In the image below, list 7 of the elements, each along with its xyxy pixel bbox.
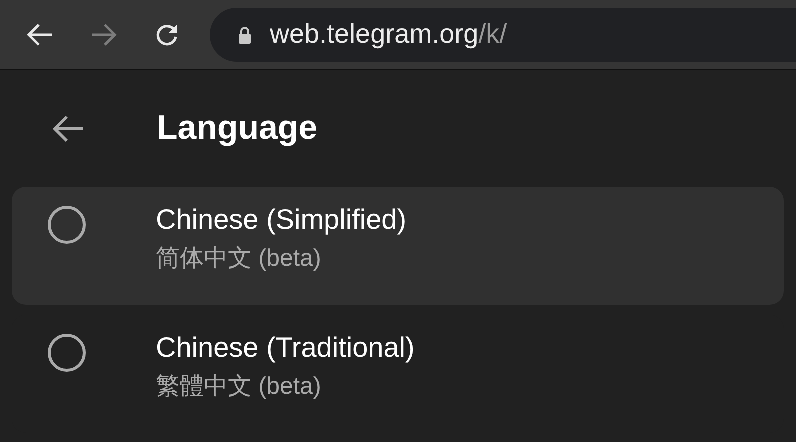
address-field[interactable]: web.telegram.org/k/ [210, 8, 796, 62]
language-option[interactable]: Chinese (Simplified) 简体中文 (beta) [12, 187, 784, 305]
back-icon[interactable] [51, 114, 85, 144]
radio-button[interactable] [48, 334, 86, 372]
lock-icon [238, 26, 252, 44]
radio-button[interactable] [48, 206, 86, 244]
page-title: Language [157, 109, 318, 148]
